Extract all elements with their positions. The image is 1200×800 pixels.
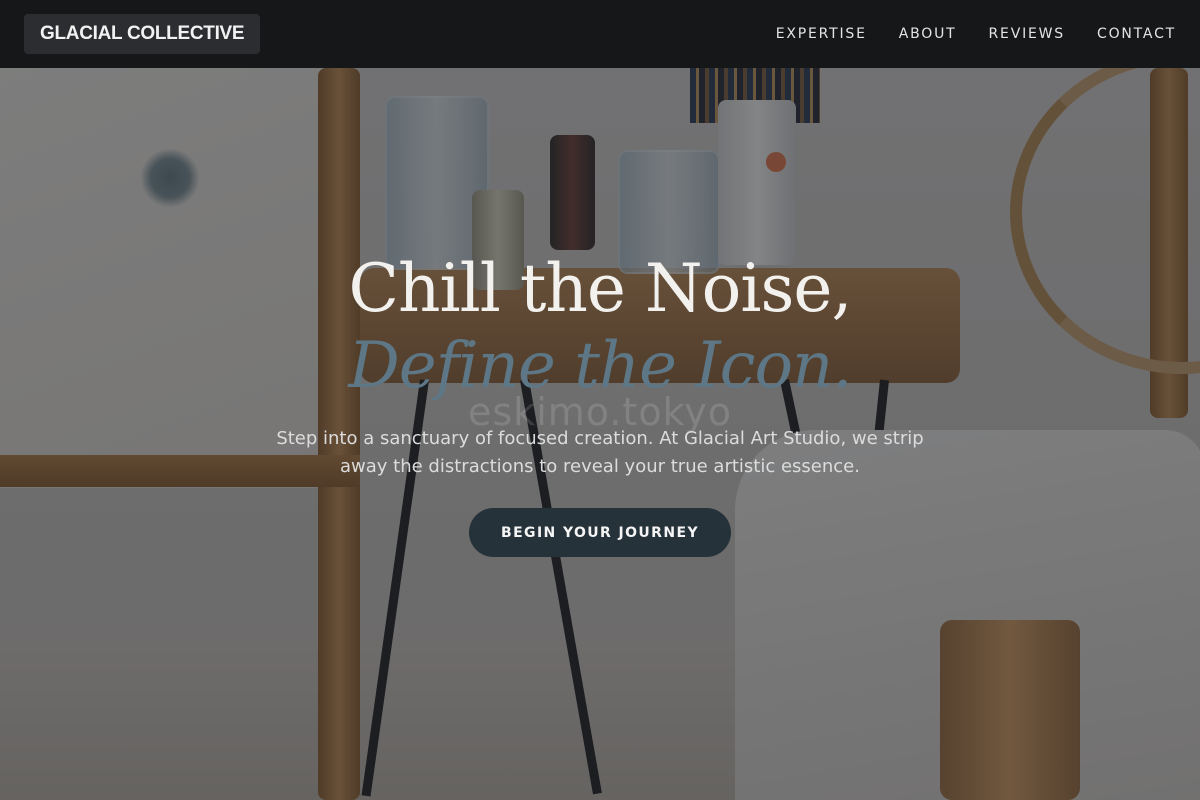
hero-subtitle: Step into a sanctuary of focused creatio…: [276, 428, 924, 477]
hero-section: Chill the Noise, Define the Icon. eskimo…: [0, 68, 1200, 800]
hero-title-line2: Define the Icon.: [348, 329, 852, 403]
nav-link-reviews[interactable]: REVIEWS: [989, 26, 1065, 42]
brand-logo[interactable]: GLACIAL COLLECTIVE: [24, 14, 261, 54]
site-header: GLACIAL COLLECTIVE EXPERTISE ABOUT REVIE…: [0, 0, 1200, 68]
main-nav: EXPERTISE ABOUT REVIEWS CONTACT: [776, 26, 1176, 42]
nav-link-expertise[interactable]: EXPERTISE: [776, 26, 867, 42]
nav-link-about[interactable]: ABOUT: [899, 26, 957, 42]
begin-journey-button[interactable]: BEGIN YOUR JOURNEY: [469, 508, 731, 557]
hero-title-line1: Chill the Noise,: [348, 250, 853, 327]
nav-link-contact[interactable]: CONTACT: [1097, 26, 1176, 42]
